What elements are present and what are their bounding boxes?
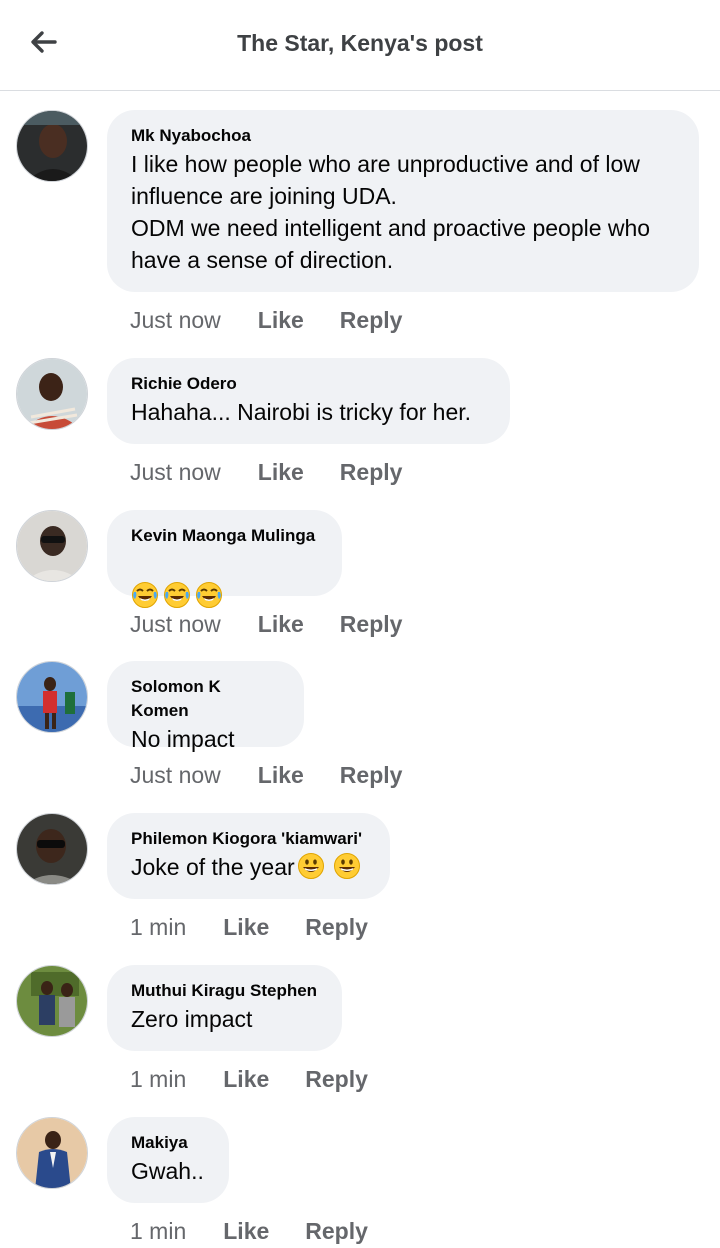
comment-time[interactable]: 1 min xyxy=(130,1066,186,1093)
like-button[interactable]: Like xyxy=(258,762,304,789)
tears-of-joy-emoji-icon xyxy=(132,582,158,608)
reply-button[interactable]: Reply xyxy=(340,611,403,638)
comment-bubble: Philemon Kiogora 'kiamwari' Joke of the … xyxy=(107,813,390,899)
comment-author[interactable]: Mk Nyabochoa xyxy=(131,124,675,148)
header: The Star, Kenya's post xyxy=(0,0,720,91)
reply-button[interactable]: Reply xyxy=(340,459,403,486)
comment-bubble: Solomon K Komen No impact xyxy=(107,661,304,752)
tears-of-joy-emoji-icon xyxy=(164,582,190,608)
avatar[interactable] xyxy=(16,965,88,1037)
comment-text: Zero impact xyxy=(131,1006,253,1032)
comment-actions: Just now Like Reply xyxy=(130,455,402,489)
like-button[interactable]: Like xyxy=(223,1066,269,1093)
comment-bubble: Mk Nyabochoa I like how people who are u… xyxy=(107,110,699,292)
comment-text: No impact xyxy=(131,726,235,752)
comment-time[interactable]: Just now xyxy=(130,459,221,486)
grinning-face-emoji-icon xyxy=(297,853,324,879)
comment-time[interactable]: Just now xyxy=(130,307,221,334)
avatar[interactable] xyxy=(16,110,88,182)
like-button[interactable]: Like xyxy=(258,307,304,334)
comment-bubble: Kevin Maonga Mulinga xyxy=(107,510,342,608)
avatar[interactable] xyxy=(16,813,88,885)
reply-button[interactable]: Reply xyxy=(305,1218,368,1245)
like-button[interactable]: Like xyxy=(258,459,304,486)
comment-text: Hahaha... Nairobi is tricky for her. xyxy=(131,399,472,425)
reply-button[interactable]: Reply xyxy=(305,914,368,941)
comment-bubble: Muthui Kiragu Stephen Zero impact xyxy=(107,965,342,1051)
page-title: The Star, Kenya's post xyxy=(237,30,483,56)
comment-author[interactable]: Muthui Kiragu Stephen xyxy=(131,979,318,1003)
comment-bubble: Richie Odero Hahaha... Nairobi is tricky… xyxy=(107,358,510,444)
like-button[interactable]: Like xyxy=(258,611,304,638)
avatar[interactable] xyxy=(16,1117,88,1189)
reply-button[interactable]: Reply xyxy=(340,762,403,789)
comment-time[interactable]: 1 min xyxy=(130,1218,186,1245)
avatar[interactable] xyxy=(16,510,88,582)
reply-button[interactable]: Reply xyxy=(340,307,403,334)
comment-text xyxy=(131,548,318,608)
tears-of-joy-emoji-icon xyxy=(196,582,222,608)
avatar[interactable] xyxy=(16,358,88,430)
comment-actions: Just now Like Reply xyxy=(130,607,402,641)
comment-actions: 1 min Like Reply xyxy=(130,910,368,944)
avatar[interactable] xyxy=(16,661,88,733)
comment-time[interactable]: Just now xyxy=(130,762,221,789)
comment-time[interactable]: 1 min xyxy=(130,914,186,941)
comment-text: Joke of the year xyxy=(131,851,366,883)
comment-author[interactable]: Kevin Maonga Mulinga xyxy=(131,524,318,548)
comment-author[interactable]: Philemon Kiogora 'kiamwari' xyxy=(131,827,366,851)
comment-text: I like how people who are unproductive a… xyxy=(131,151,651,273)
reply-button[interactable]: Reply xyxy=(305,1066,368,1093)
comment-text: Gwah.. xyxy=(131,1158,204,1184)
grinning-face-emoji-icon xyxy=(333,853,360,879)
like-button[interactable]: Like xyxy=(223,1218,269,1245)
comment-author[interactable]: Makiya xyxy=(131,1131,205,1155)
like-button[interactable]: Like xyxy=(223,914,269,941)
comment-actions: Just now Like Reply xyxy=(130,303,402,337)
comment-actions: 1 min Like Reply xyxy=(130,1062,368,1096)
comment-author[interactable]: Richie Odero xyxy=(131,372,486,396)
comment-actions: Just now Like Reply xyxy=(130,758,402,792)
comment-time[interactable]: Just now xyxy=(130,611,221,638)
comment-text-content: Joke of the year xyxy=(131,854,295,880)
comment-author[interactable]: Solomon K Komen xyxy=(131,675,280,723)
comment-bubble: Makiya Gwah.. xyxy=(107,1117,229,1203)
comment-actions: 1 min Like Reply xyxy=(130,1214,368,1248)
